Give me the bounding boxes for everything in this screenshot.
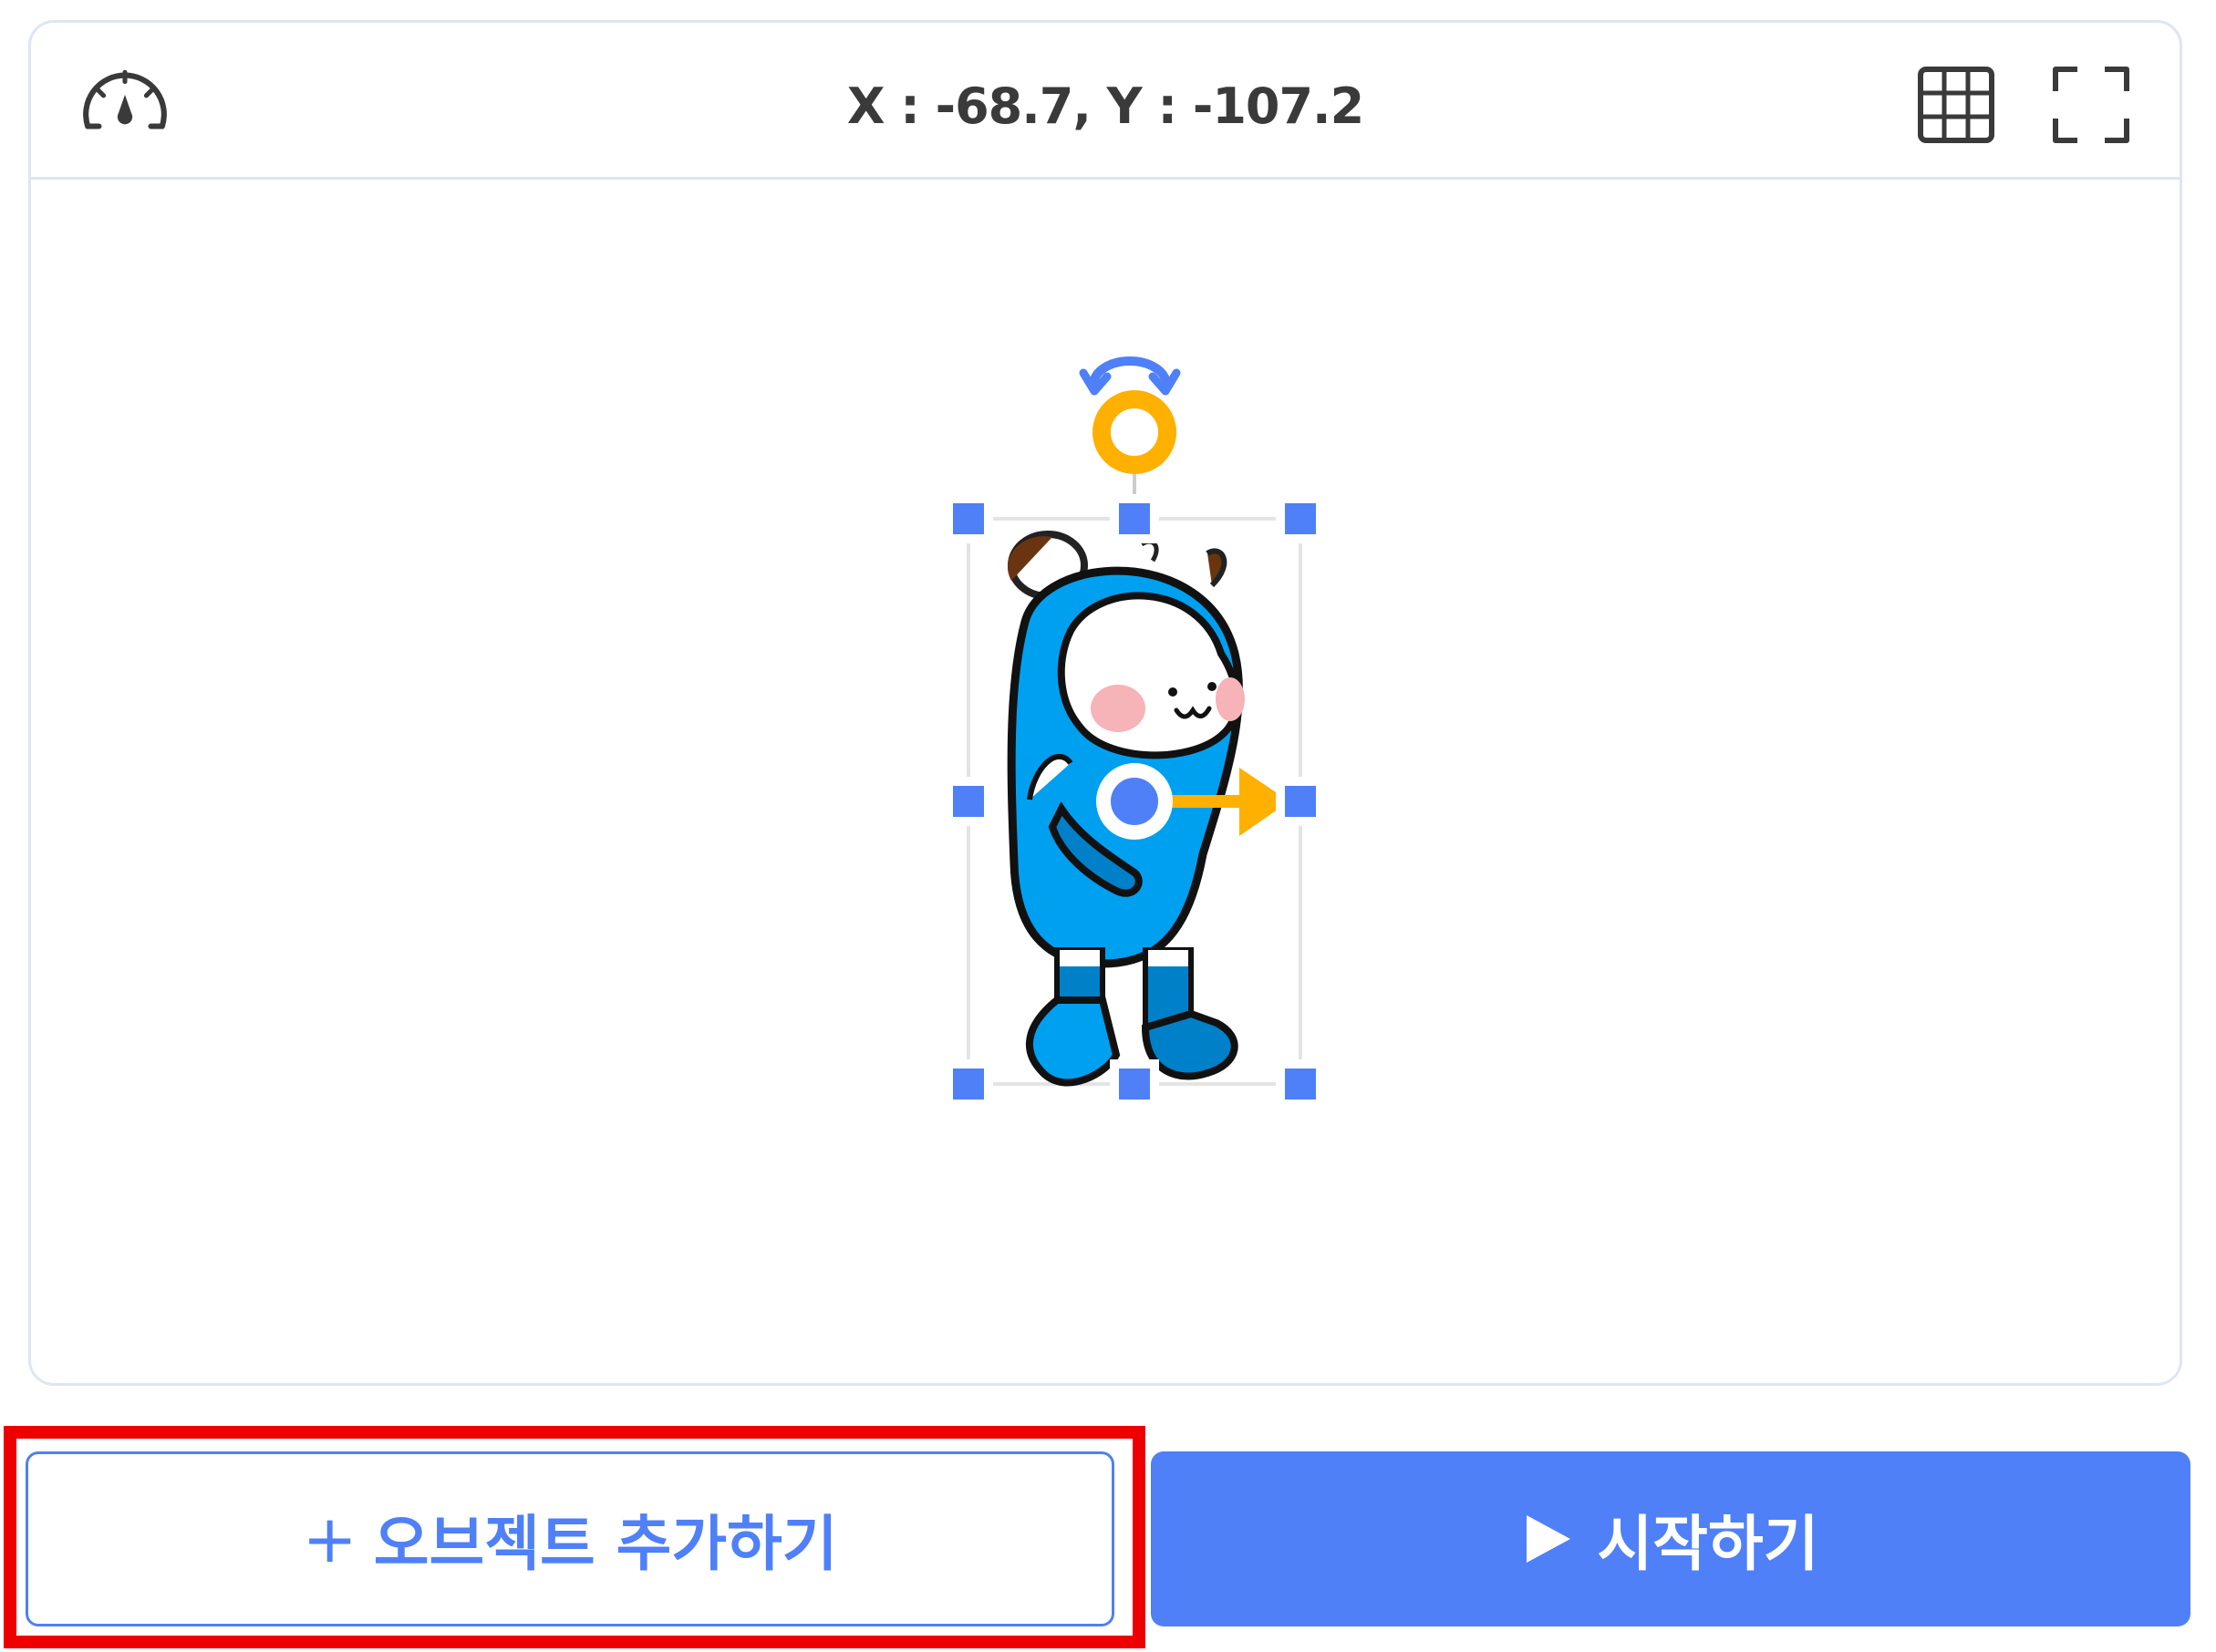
rotation-handle[interactable]: [1092, 390, 1176, 474]
selected-sprite[interactable]: [906, 271, 1381, 1219]
coordinate-readout: X : -68.7, Y : -107.2: [846, 77, 1364, 135]
plus-icon: +: [302, 1501, 357, 1577]
add-object-label: 오브젝트 추가하기: [373, 1509, 838, 1579]
start-label: 시작하기: [1597, 1509, 1819, 1579]
grid-icon[interactable]: [1917, 66, 1995, 144]
stage-panel: X : -68.7, Y : -107.2: [28, 20, 2182, 1386]
stage-canvas[interactable]: [31, 180, 2180, 1383]
play-icon: [1526, 1515, 1570, 1563]
fullscreen-icon[interactable]: [2052, 66, 2130, 144]
add-object-button[interactable]: + 오브젝트 추가하기: [26, 1451, 1114, 1626]
rotate-arrow-icon[interactable]: [1079, 356, 1181, 396]
start-button[interactable]: 시작하기: [1151, 1451, 2190, 1626]
entry-stage-app: X : -68.7, Y : -107.2 + 오브젝트 추가하기 시작하기: [0, 0, 2216, 1652]
center-point-handle[interactable]: [1096, 763, 1173, 840]
stage-header: X : -68.7, Y : -107.2: [31, 23, 2180, 180]
